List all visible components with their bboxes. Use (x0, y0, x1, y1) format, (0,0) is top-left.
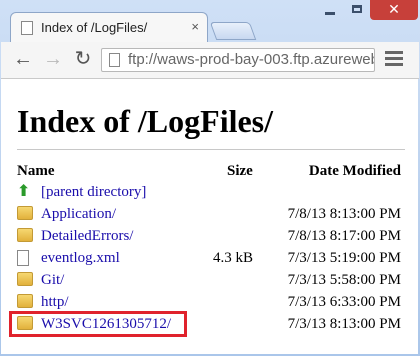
column-header-date: Date Modified (308, 163, 401, 179)
list-item-application: Application/ 7/8/13 8:13:00 PM (1, 205, 418, 227)
application-link[interactable]: Application/ (41, 206, 116, 223)
list-item-git: Git/ 7/3/13 5:58:00 PM (1, 271, 418, 293)
file-icon (17, 250, 29, 266)
page-favicon-icon (21, 21, 33, 35)
maximize-icon (352, 5, 362, 13)
date-modified: 7/3/13 5:19:00 PM (287, 250, 401, 266)
http-link[interactable]: http/ (41, 294, 69, 311)
list-item-parent-directory: ⬆ [parent directory] (1, 183, 418, 205)
menu-button[interactable] (385, 51, 403, 69)
browser-window: ✕ Index of /LogFiles/ × ← → ↻ ftp://waws… (0, 0, 420, 356)
eventlog-link[interactable]: eventlog.xml (41, 250, 120, 267)
forward-button[interactable]: → (41, 48, 65, 72)
browser-toolbar: ← → ↻ ftp://waws-prod-bay-003.ftp.azurew… (1, 42, 419, 79)
tab-index-logfiles[interactable]: Index of /LogFiles/ × (10, 12, 208, 42)
close-window-button[interactable]: ✕ (370, 0, 418, 20)
menu-bar-icon (385, 63, 403, 66)
git-link[interactable]: Git/ (41, 272, 64, 289)
page-heading: Index of /LogFiles/ (17, 103, 274, 139)
date-modified: 7/8/13 8:17:00 PM (287, 228, 401, 244)
address-bar[interactable]: ftp://waws-prod-bay-003.ftp.azurewebsite… (101, 48, 375, 72)
page-content: Index of /LogFiles/ Name Size Date Modif… (1, 79, 418, 354)
date-modified: 7/8/13 8:13:00 PM (287, 206, 401, 222)
folder-icon (17, 206, 33, 220)
list-item-detailederrors: DetailedErrors/ 7/8/13 8:17:00 PM (1, 227, 418, 249)
column-header-name: Name (17, 163, 55, 179)
parent-directory-link[interactable]: [parent directory] (41, 184, 146, 201)
minimize-button[interactable] (316, 0, 344, 20)
menu-bar-icon (385, 51, 403, 54)
divider (17, 149, 405, 150)
menu-bar-icon (385, 57, 403, 60)
folder-icon (17, 272, 33, 286)
column-header-size: Size (227, 163, 253, 179)
minimize-icon (325, 12, 335, 15)
maximize-button[interactable] (344, 0, 370, 20)
detailederrors-link[interactable]: DetailedErrors/ (41, 228, 133, 245)
date-modified: 7/3/13 6:33:00 PM (287, 294, 401, 310)
page-icon (109, 53, 120, 67)
tab-close-icon[interactable]: × (191, 19, 199, 34)
list-item-eventlog: eventlog.xml 4.3 kB 7/3/13 5:19:00 PM (1, 249, 418, 271)
date-modified: 7/3/13 5:58:00 PM (287, 272, 401, 288)
date-modified: 7/3/13 8:13:00 PM (287, 316, 401, 332)
new-tab-button[interactable] (209, 22, 257, 40)
reload-button[interactable]: ↻ (71, 48, 95, 72)
url-text: ftp://waws-prod-bay-003.ftp.azurewebsite… (128, 51, 374, 68)
highlight-annotation-box (9, 311, 187, 337)
tab-title: Index of /LogFiles/ (41, 20, 148, 35)
up-arrow-icon: ⬆ (17, 183, 31, 200)
folder-icon (17, 294, 33, 308)
file-size: 4.3 kB (213, 250, 254, 266)
back-button[interactable]: ← (11, 48, 35, 72)
folder-icon (17, 228, 33, 242)
